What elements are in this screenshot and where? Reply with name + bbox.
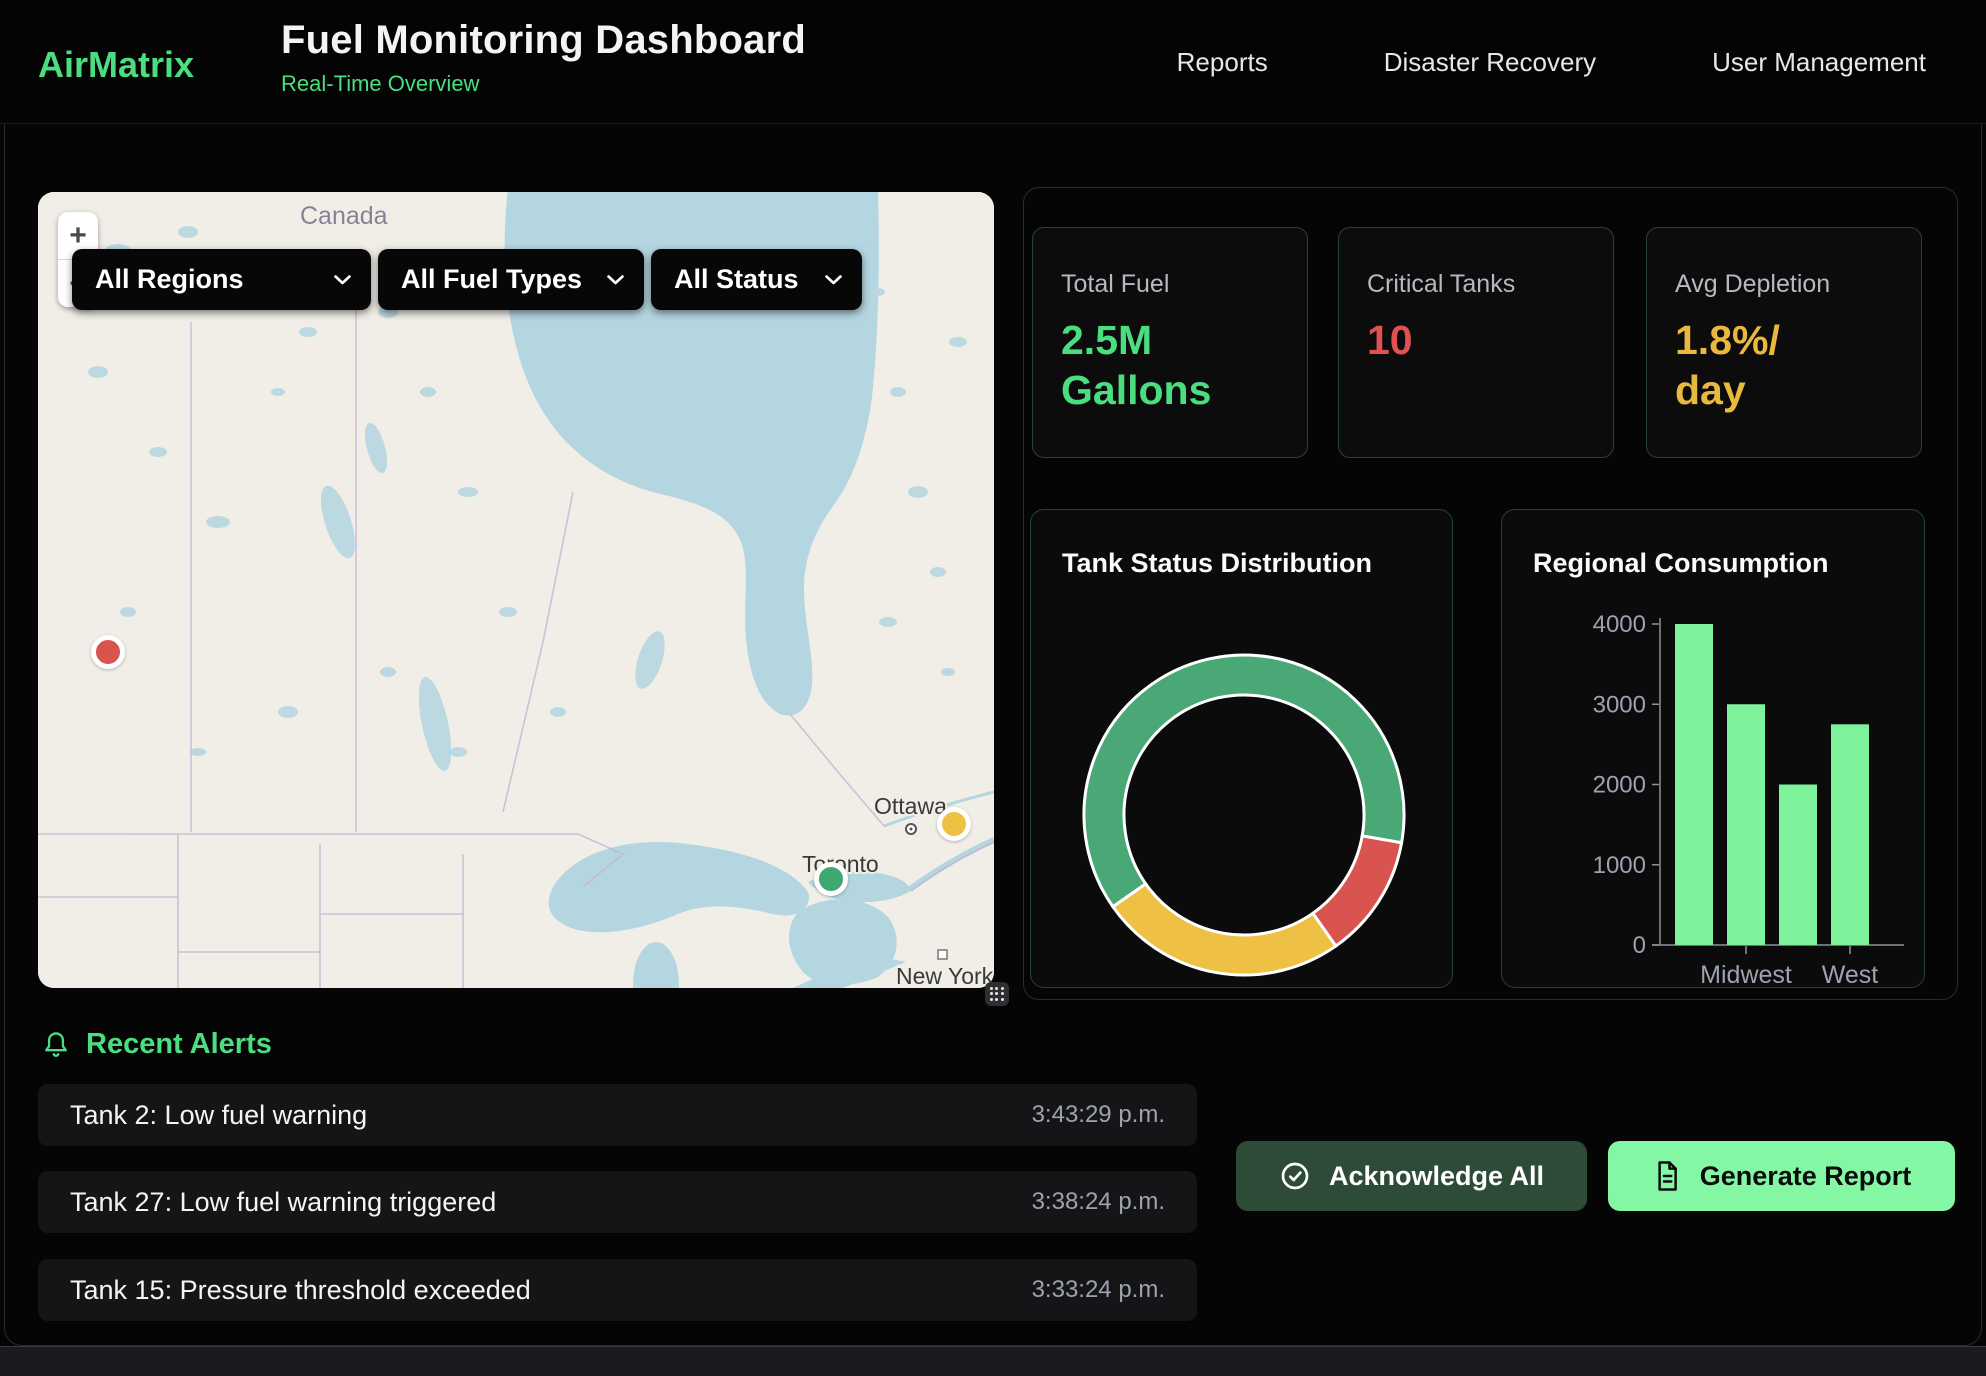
- stat-value-2: 1.8%/ day: [1675, 315, 1893, 415]
- y-tick-label: 3000: [1593, 691, 1646, 718]
- page-subtitle: Real-Time Overview: [281, 71, 806, 97]
- alert-row[interactable]: Tank 15: Pressure threshold exceeded 3:3…: [38, 1259, 1197, 1321]
- alert-text: Tank 27: Low fuel warning triggered: [70, 1187, 496, 1218]
- tank-status-chart-card: Tank Status Distribution: [1030, 509, 1453, 988]
- status-dropdown-value: All Status: [674, 264, 799, 295]
- nav-disaster-recovery[interactable]: Disaster Recovery: [1384, 47, 1596, 78]
- regions-dropdown[interactable]: All Regions: [72, 249, 371, 310]
- stat-card-critical-tanks: Critical Tanks 10: [1338, 227, 1614, 458]
- acknowledge-all-button[interactable]: Acknowledge All: [1236, 1141, 1587, 1211]
- alert-time: 3:33:24 p.m.: [1032, 1276, 1165, 1304]
- regional-consumption-bar-chart: 0 1000 2000 3000 4000 Midwest West: [1502, 510, 1926, 989]
- nav-user-management[interactable]: User Management: [1712, 47, 1926, 78]
- alert-row[interactable]: Tank 2: Low fuel warning 3:43:29 p.m.: [38, 1084, 1197, 1146]
- stat-label: Critical Tanks: [1367, 270, 1585, 299]
- acknowledge-all-label: Acknowledge All: [1329, 1161, 1544, 1192]
- alerts-title: Recent Alerts: [86, 1028, 272, 1061]
- alert-time: 3:43:29 p.m.: [1032, 1101, 1165, 1129]
- y-tick-label: 1000: [1593, 852, 1646, 879]
- map-label-ottawa: Ottawa: [874, 793, 947, 819]
- stat-label: Avg Depletion: [1675, 270, 1893, 299]
- nav-reports[interactable]: Reports: [1177, 47, 1268, 78]
- doughnut-segment-critical: [1313, 836, 1402, 946]
- x-tick-label: West: [1822, 961, 1879, 989]
- check-circle-icon: [1279, 1160, 1311, 1192]
- generate-report-label: Generate Report: [1700, 1161, 1912, 1192]
- stat-value-line1: 10: [1367, 315, 1585, 365]
- tank-status-doughnut-chart: [1031, 510, 1454, 989]
- document-icon: [1652, 1160, 1682, 1192]
- y-tick-label: 2000: [1593, 772, 1646, 799]
- x-tick-label: Midwest: [1700, 961, 1792, 989]
- stat-label: Total Fuel: [1061, 270, 1279, 299]
- generate-report-button[interactable]: Generate Report: [1608, 1141, 1955, 1211]
- main-nav: Reports Disaster Recovery User Managemen…: [1177, 0, 1926, 124]
- title-block: Fuel Monitoring Dashboard Real-Time Over…: [281, 18, 806, 97]
- brand-logo[interactable]: AirMatrix: [38, 44, 194, 86]
- stat-value-0: 2.5M Gallons: [1061, 315, 1279, 415]
- bar-3: [1831, 724, 1869, 945]
- stat-value-line2: day: [1675, 365, 1893, 415]
- alert-text: Tank 15: Pressure threshold exceeded: [70, 1275, 531, 1306]
- map-panel[interactable]: Canada Ottawa Toronto New York + − All R…: [38, 192, 994, 988]
- regional-consumption-chart-card: Regional Consumption 01000200030004000Mi…: [1501, 509, 1925, 988]
- chevron-down-icon: [825, 275, 842, 285]
- new-york-town-icon: [938, 950, 947, 959]
- alert-text: Tank 2: Low fuel warning: [70, 1100, 367, 1131]
- map-resize-handle[interactable]: [985, 982, 1009, 1006]
- map-filter-row: All Regions All Fuel Types All Status: [72, 249, 862, 310]
- chevron-down-icon: [607, 275, 624, 285]
- map-marker-critical[interactable]: [91, 635, 125, 669]
- stat-value-line1: 2.5M: [1061, 315, 1279, 365]
- y-tick-label: 0: [1633, 932, 1646, 959]
- alert-row[interactable]: Tank 27: Low fuel warning triggered 3:38…: [38, 1171, 1197, 1233]
- dashboard-page: AirMatrix Fuel Monitoring Dashboard Real…: [0, 0, 1986, 1376]
- stat-card-avg-depletion: Avg Depletion 1.8%/ day: [1646, 227, 1922, 458]
- fuel-types-dropdown[interactable]: All Fuel Types: [378, 249, 644, 310]
- bar-1: [1727, 704, 1765, 945]
- header: AirMatrix Fuel Monitoring Dashboard Real…: [0, 0, 1986, 124]
- bar-0: [1675, 624, 1713, 945]
- doughnut-segment-warning: [1113, 884, 1336, 975]
- bar-2: [1779, 785, 1817, 946]
- map-marker-warning[interactable]: [937, 807, 971, 841]
- map-label-new-york: New York: [896, 963, 994, 988]
- alert-time: 3:38:24 p.m.: [1032, 1188, 1165, 1216]
- fuel-types-dropdown-value: All Fuel Types: [401, 264, 582, 295]
- map-marker-normal[interactable]: [814, 862, 848, 896]
- page-title: Fuel Monitoring Dashboard: [281, 18, 806, 63]
- alerts-header: Recent Alerts: [42, 1028, 272, 1061]
- stat-card-total-fuel: Total Fuel 2.5M Gallons: [1032, 227, 1308, 458]
- map-canvas[interactable]: Canada Ottawa Toronto New York: [38, 192, 994, 988]
- stat-value-line1: 1.8%/: [1675, 315, 1893, 365]
- ottawa-town-icon-dot: [910, 828, 913, 831]
- map-label-canada: Canada: [300, 202, 388, 230]
- status-dropdown[interactable]: All Status: [651, 249, 862, 310]
- bottom-strip: [0, 1346, 1986, 1376]
- regions-dropdown-value: All Regions: [95, 264, 244, 295]
- bell-icon: [42, 1030, 70, 1060]
- chevron-down-icon: [334, 275, 351, 285]
- y-tick-label: 4000: [1593, 611, 1646, 638]
- stat-value-line2: Gallons: [1061, 365, 1279, 415]
- stat-value-1: 10: [1367, 315, 1585, 365]
